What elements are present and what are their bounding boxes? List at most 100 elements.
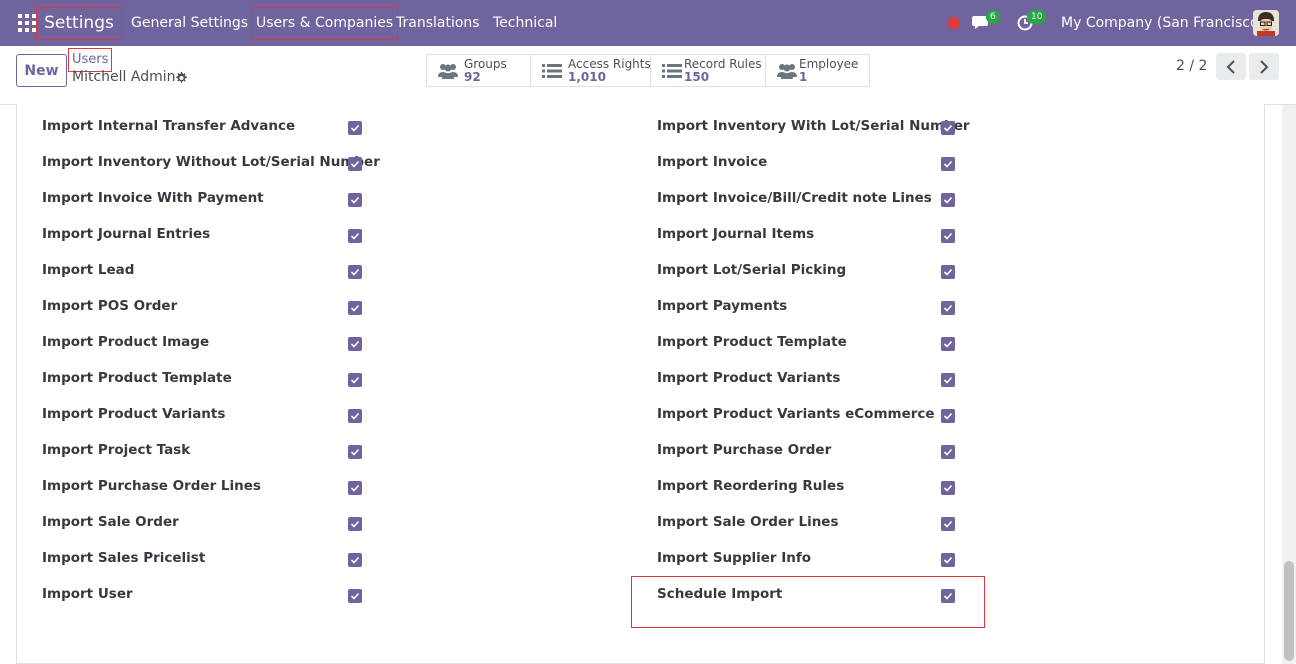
- permission-label: Import Payments: [657, 298, 788, 314]
- new-button[interactable]: New: [16, 54, 67, 87]
- checkmark-icon: [943, 376, 953, 384]
- permission-checkbox[interactable]: [941, 481, 955, 495]
- checkmark-icon: [350, 232, 360, 240]
- permission-label: Import Sale Order: [42, 514, 179, 530]
- permission-checkbox[interactable]: [348, 193, 362, 207]
- checkmark-icon: [350, 412, 360, 420]
- checkmark-icon: [350, 556, 360, 564]
- messages-badge: 6: [986, 10, 1000, 24]
- permission-checkbox[interactable]: [941, 301, 955, 315]
- checkmark-icon: [943, 196, 953, 204]
- permission-checkbox[interactable]: [941, 121, 955, 135]
- apps-menu-icon[interactable]: [18, 14, 36, 32]
- permission-label: Import Supplier Info: [657, 550, 812, 566]
- user-avatar[interactable]: [1253, 10, 1279, 36]
- control-panel: New Users Mitchell Admin Groups 92 Acces…: [0, 46, 1296, 105]
- permission-checkbox[interactable]: [348, 517, 362, 531]
- permission-checkbox[interactable]: [348, 481, 362, 495]
- scrollbar[interactable]: [1282, 105, 1296, 664]
- permission-label: Import Inventory With Lot/Serial Number: [657, 118, 970, 134]
- smart-button-label: Access Rights: [568, 57, 651, 71]
- permission-label: Import Product Variants: [42, 406, 226, 422]
- permission-checkbox[interactable]: [348, 373, 362, 387]
- menu-technical[interactable]: Technical: [493, 0, 557, 46]
- permission-checkbox[interactable]: [348, 553, 362, 567]
- permission-checkbox[interactable]: [941, 373, 955, 387]
- gear-icon[interactable]: [174, 71, 188, 85]
- permission-label: Import Invoice With Payment: [42, 190, 264, 206]
- permission-checkbox[interactable]: [348, 301, 362, 315]
- highlight-box: [631, 576, 985, 628]
- checkmark-icon: [943, 268, 953, 276]
- permission-checkbox[interactable]: [941, 193, 955, 207]
- permission-label: Import Product Template: [42, 370, 232, 386]
- checkmark-icon: [943, 448, 953, 456]
- permission-checkbox[interactable]: [941, 337, 955, 351]
- menu-users-companies[interactable]: Users & Companies: [251, 7, 399, 40]
- permission-checkbox[interactable]: [941, 265, 955, 279]
- company-switcher[interactable]: My Company (San Francisco): [1061, 0, 1264, 46]
- app-title[interactable]: Settings: [36, 7, 122, 40]
- permission-label: Schedule Import: [657, 586, 783, 602]
- permission-checkbox[interactable]: [348, 121, 362, 135]
- smart-button-groups[interactable]: Groups 92: [427, 55, 531, 86]
- permission-checkbox[interactable]: [348, 337, 362, 351]
- recording-indicator-icon[interactable]: [948, 17, 960, 29]
- permission-checkbox[interactable]: [941, 589, 955, 603]
- users-icon: [777, 64, 797, 79]
- permission-label: Import Lot/Serial Picking: [657, 262, 847, 278]
- pager-next-button[interactable]: [1249, 53, 1279, 80]
- smart-button-value: 1: [799, 70, 808, 84]
- smart-buttons: Groups 92 Access Rights 1,010 Record Rul…: [426, 54, 870, 87]
- scrollbar-thumb[interactable]: [1284, 561, 1294, 661]
- permission-checkbox[interactable]: [348, 229, 362, 243]
- checkmark-icon: [350, 592, 360, 600]
- checkmark-icon: [943, 304, 953, 312]
- smart-button-access-rights[interactable]: Access Rights 1,010: [531, 55, 651, 86]
- checkmark-icon: [350, 484, 360, 492]
- permission-checkbox[interactable]: [348, 265, 362, 279]
- list-icon: [662, 64, 682, 78]
- pager-value[interactable]: 2 / 2: [1176, 58, 1207, 74]
- checkmark-icon: [943, 520, 953, 528]
- permission-checkbox[interactable]: [941, 409, 955, 423]
- permission-checkbox[interactable]: [941, 445, 955, 459]
- menu-translations[interactable]: Translations: [396, 0, 480, 46]
- permission-checkbox[interactable]: [941, 229, 955, 243]
- permission-label: Import Product Variants eCommerce: [657, 406, 935, 422]
- permission-checkbox[interactable]: [941, 553, 955, 567]
- checkmark-icon: [943, 340, 953, 348]
- smart-button-record-rules[interactable]: Record Rules 150: [651, 55, 766, 86]
- checkmark-icon: [943, 556, 953, 564]
- permission-checkbox[interactable]: [348, 157, 362, 171]
- smart-button-value: 150: [684, 70, 710, 84]
- checkmark-icon: [350, 196, 360, 204]
- permission-label: Import Product Image: [42, 334, 210, 350]
- chevron-left-icon: [1226, 59, 1235, 74]
- permission-label: Import Inventory Without Lot/Serial Numb…: [42, 154, 380, 170]
- permission-checkbox[interactable]: [348, 409, 362, 423]
- smart-button-label: Employee: [799, 57, 859, 71]
- checkmark-icon: [943, 124, 953, 132]
- checkmark-icon: [350, 268, 360, 276]
- permission-label: Import Purchase Order: [657, 442, 832, 458]
- menu-general-settings[interactable]: General Settings: [131, 0, 248, 46]
- permission-checkbox[interactable]: [941, 157, 955, 171]
- form-sheet: Import Internal Transfer Advance Import I…: [16, 104, 1265, 664]
- permission-checkbox[interactable]: [348, 445, 362, 459]
- permission-label: Import Invoice: [657, 154, 768, 170]
- checkmark-icon: [943, 412, 953, 420]
- checkmark-icon: [350, 340, 360, 348]
- permission-label: Import Product Variants: [657, 370, 841, 386]
- pager-previous-button[interactable]: [1216, 53, 1246, 80]
- smart-button-value: 92: [464, 70, 481, 84]
- record-name: Mitchell Admin: [72, 69, 176, 85]
- users-icon: [438, 64, 458, 79]
- permission-label: Import POS Order: [42, 298, 178, 314]
- permission-label: Import User: [42, 586, 133, 602]
- permission-checkbox[interactable]: [941, 517, 955, 531]
- permission-label: Import Project Task: [42, 442, 191, 458]
- permission-label: Import Product Template: [657, 334, 847, 350]
- permission-checkbox[interactable]: [348, 589, 362, 603]
- smart-button-employee[interactable]: Employee 1: [766, 55, 869, 86]
